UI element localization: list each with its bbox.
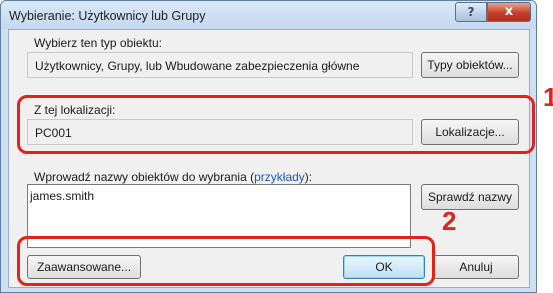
- close-button[interactable]: x: [487, 2, 531, 22]
- object-type-label: Wybierz ten typ obiektu:: [34, 36, 162, 50]
- cancel-button[interactable]: Anuluj: [433, 255, 519, 279]
- close-icon: x: [504, 4, 514, 19]
- window-title: Wybieranie: Użytkownicy lub Grupy: [9, 9, 206, 23]
- callout-box-1: [17, 95, 535, 154]
- help-icon: ?: [467, 5, 475, 19]
- object-types-button[interactable]: Typy obiektów...: [421, 52, 519, 78]
- title-bar[interactable]: Wybieranie: Użytkownicy lub Grupy ? x: [1, 1, 536, 29]
- callout-number-2: 2: [442, 206, 457, 236]
- names-label: Wprowadź nazwy obiektów do wybrania (prz…: [34, 170, 313, 184]
- help-button[interactable]: ?: [455, 2, 487, 22]
- callout-box-2: [17, 236, 435, 286]
- check-names-button[interactable]: Sprawdź nazwy: [421, 184, 519, 210]
- object-type-value: Użytkownicy, Grupy, lub Wbudowane zabezp…: [35, 59, 360, 73]
- examples-link[interactable]: przykłady: [254, 170, 305, 184]
- object-type-field: Użytkownicy, Grupy, lub Wbudowane zabezp…: [27, 52, 413, 78]
- object-names-value: james.smith: [30, 189, 95, 203]
- callout-number-1: 1: [543, 82, 553, 112]
